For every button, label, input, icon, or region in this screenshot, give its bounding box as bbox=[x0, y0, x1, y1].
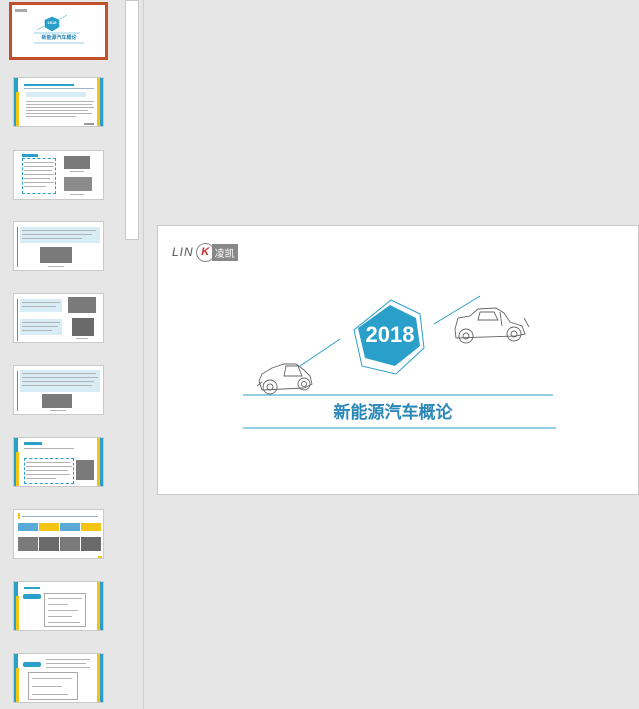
slide-thumbnail-6[interactable] bbox=[13, 365, 104, 415]
thumbnail-year: 2018 bbox=[47, 20, 57, 25]
slide-thumbnail-2[interactable] bbox=[13, 77, 104, 127]
title-graphic bbox=[243, 295, 556, 429]
vintage-car-right-icon bbox=[454, 307, 530, 344]
thumbnail-title: 新能源汽车概论 bbox=[41, 35, 77, 41]
slide-thumbnail-10[interactable] bbox=[13, 653, 104, 703]
slide-thumbnail-9[interactable] bbox=[13, 581, 104, 631]
slide-thumbnail-4[interactable] bbox=[13, 221, 104, 271]
slide-thumbnail-5[interactable] bbox=[13, 293, 104, 343]
slide-thumbnail-7[interactable] bbox=[13, 437, 104, 487]
slide-thumbnail-pane: 2018 新能源汽车概论 bbox=[0, 0, 126, 709]
slide-year-label: 2018 bbox=[365, 322, 415, 347]
vintage-car-left-icon bbox=[256, 363, 313, 395]
slide-canvas[interactable]: LIN K 凌凯 2018 新能源汽车概论 bbox=[157, 225, 639, 495]
slide-thumbnail-1[interactable]: 2018 新能源汽车概论 bbox=[9, 2, 108, 60]
slide-thumbnail-3[interactable] bbox=[13, 150, 104, 200]
thumbnail-scrollbar[interactable] bbox=[125, 0, 139, 240]
deco-line-upper bbox=[433, 295, 481, 325]
deco-line-lower bbox=[299, 338, 341, 367]
slide-thumbnail-8[interactable] bbox=[13, 509, 104, 559]
slide-title: 新能源汽车概论 bbox=[333, 403, 453, 423]
